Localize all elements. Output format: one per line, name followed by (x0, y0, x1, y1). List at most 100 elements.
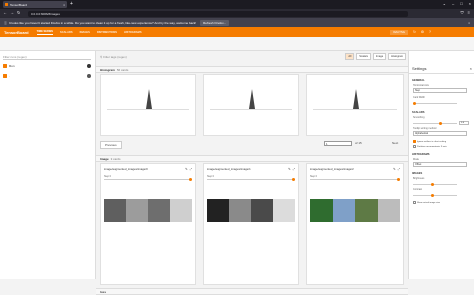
mode-select[interactable]: Offset (413, 162, 467, 167)
image-section-header[interactable]: Image 3 cards (96, 155, 408, 162)
step-slider-thumb[interactable] (292, 177, 295, 181)
brightness-slider[interactable] (413, 184, 457, 185)
image-region (310, 199, 333, 222)
palette-icon[interactable] (87, 64, 91, 68)
histogram-plot (249, 89, 255, 109)
loss-section-header[interactable]: loss (96, 288, 408, 295)
histogram-baseline (313, 109, 397, 110)
image-card[interactable]: image/augmented_images/image/1 ✎ ⤢ Step … (203, 163, 299, 285)
toggle-image[interactable]: Image (372, 53, 387, 60)
refresh-firefox-button[interactable]: Refresh Firefox... (200, 19, 230, 26)
fullscreen-icon[interactable]: ⤢ (190, 167, 192, 171)
histogram-card[interactable] (100, 74, 196, 136)
close-tab-icon[interactable]: × (63, 3, 65, 7)
close-settings-icon[interactable]: × (470, 66, 472, 71)
smoothing-slider[interactable] (413, 123, 457, 124)
contrast-thumb[interactable] (431, 193, 434, 197)
run-checkbox[interactable] (3, 74, 7, 78)
run-name: . (9, 74, 10, 78)
ignore-outliers-checkbox[interactable] (413, 140, 416, 143)
images-label: IMAGES (412, 172, 423, 175)
tab-distributions[interactable]: DISTRIBUTIONS (97, 31, 117, 34)
actual-size-option[interactable]: Show actual image size (413, 201, 440, 204)
histogram-card[interactable] (203, 74, 299, 136)
tooltip-sort-select[interactable]: Alphabetical (413, 131, 467, 136)
forward-icon[interactable]: → (10, 10, 14, 15)
tab-histograms[interactable]: HISTOGRAMS (124, 31, 142, 34)
pin-icon[interactable]: ✎ (185, 167, 188, 171)
card-width-thumb[interactable] (413, 101, 416, 105)
browser-tab[interactable]: TensorBoard × (3, 1, 67, 8)
shield-icon[interactable]: ⛉ (461, 10, 464, 15)
close-window-icon[interactable]: × (469, 1, 471, 6)
histogram-section-count: 56 cards (116, 67, 129, 72)
page-input[interactable]: 1 (324, 141, 352, 146)
select-all-checkbox[interactable] (3, 64, 7, 68)
histogram-baseline (210, 109, 292, 110)
status-dropdown[interactable]: INACTIVE (390, 29, 408, 35)
image-section-count: 3 cards (110, 156, 121, 161)
smoothing-thumb[interactable] (439, 121, 442, 125)
image-card[interactable]: image/augmented_images/image/0 ✎ ⤢ Step … (100, 163, 196, 285)
histogram-card[interactable] (306, 74, 404, 136)
page-total: of 15 (355, 141, 362, 145)
partition-option[interactable]: Partition non-monotonic X axis (413, 145, 447, 148)
partition-checkbox[interactable] (413, 145, 416, 148)
step-label: Step 0 (310, 175, 317, 178)
address-bar[interactable]: 0.0.0.0:6006/#images (28, 10, 408, 17)
mode-label: Mode (413, 158, 419, 161)
image-region (148, 199, 170, 222)
navigation-toolbar: ← → ↻ 0.0.0.0:6006/#images ⛉ ≡ (0, 9, 474, 18)
tag-filter-input[interactable]: ⚲ Filter tags (regex) (100, 54, 300, 60)
step-slider-thumb[interactable] (397, 177, 400, 181)
toggle-all[interactable]: All (345, 53, 355, 60)
tab-time-series[interactable]: TIME SERIES (36, 30, 54, 35)
tab-scalars[interactable]: SCALARS (60, 31, 73, 34)
help-icon[interactable]: ? (429, 30, 431, 34)
card-type-toggles: All Scalars Image Histogram (345, 53, 406, 60)
run-color-swatch[interactable] (87, 74, 91, 78)
step-slider[interactable] (104, 179, 192, 180)
brightness-thumb[interactable] (431, 182, 434, 186)
image-card[interactable]: image/augmented_images/image/2 ✎ ⤢ Step … (306, 163, 404, 285)
menu-icon[interactable]: ≡ (468, 10, 470, 15)
ignore-outliers-option[interactable]: Ignore outliers in chart scaling (413, 140, 446, 143)
actual-size-checkbox[interactable] (413, 201, 416, 204)
horizontal-axis-select[interactable]: Step (413, 88, 467, 93)
histogram-plot (146, 89, 152, 109)
toggle-histogram[interactable]: Histogram (388, 53, 406, 60)
settings-gear-icon[interactable]: ⚙ (421, 30, 424, 34)
run-row[interactable]: . (3, 74, 91, 78)
step-slider[interactable] (310, 179, 400, 180)
pin-icon[interactable]: ✎ (393, 167, 396, 171)
back-icon[interactable]: ← (3, 10, 7, 15)
refresh-icon[interactable]: ↻ (413, 30, 416, 34)
toggle-scalars[interactable]: Scalars (356, 53, 371, 60)
maximize-icon[interactable]: □ (460, 1, 462, 6)
image-region (207, 199, 229, 222)
window-controls: ⌄ – □ × (443, 1, 471, 6)
smoothing-value-input[interactable]: 0.6 (459, 121, 469, 125)
brightness-label: Brightness (413, 177, 425, 180)
fullscreen-icon[interactable]: ⤢ (293, 167, 295, 171)
pin-icon[interactable]: ✎ (288, 167, 291, 171)
previous-page-button[interactable]: Previous (100, 141, 122, 149)
minimize-icon[interactable]: – (452, 1, 454, 6)
tab-images[interactable]: IMAGES (80, 31, 90, 34)
pagination: Previous 1 of 15 Next (96, 139, 408, 151)
new-tab-icon[interactable]: + (70, 1, 73, 7)
settings-header: Settings × (409, 64, 474, 74)
reload-icon[interactable]: ↻ (17, 10, 20, 15)
contrast-slider[interactable] (413, 195, 457, 196)
step-slider-thumb[interactable] (189, 177, 192, 181)
run-filter-input[interactable]: Filter runs (regex) (3, 54, 91, 60)
fullscreen-icon[interactable]: ⤢ (398, 167, 400, 171)
close-notification-icon[interactable]: × (468, 21, 470, 25)
tab-list-icon[interactable]: ⌄ (443, 1, 446, 6)
histogram-plot (353, 89, 359, 109)
card-width-slider[interactable] (413, 103, 457, 104)
step-label: Step 0 (104, 175, 111, 178)
next-page-button[interactable]: Next (392, 141, 398, 145)
step-slider[interactable] (207, 179, 295, 180)
histogram-section-header[interactable]: Histogram 56 cards (96, 66, 408, 73)
